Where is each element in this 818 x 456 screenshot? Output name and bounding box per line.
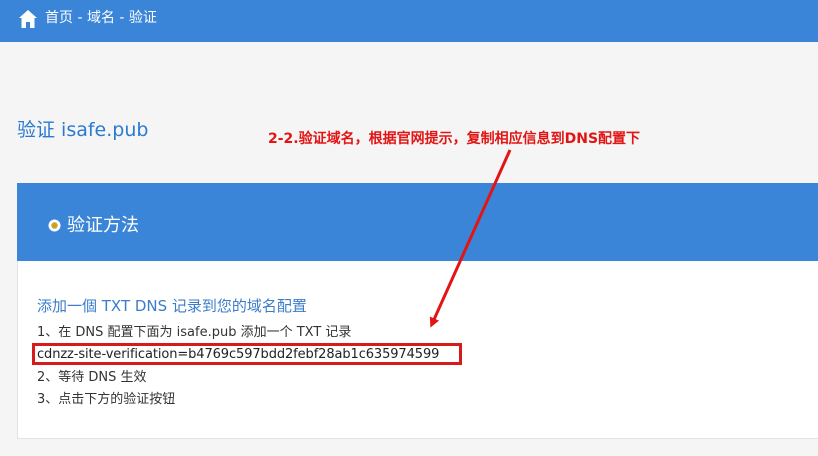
step-3-text: 3、点击下方的验证按钮 <box>37 392 176 407</box>
top-navigation-bar: 首页 - 域名 - 验证 <box>0 0 818 42</box>
txt-record-instruction-heading: 添加一個 TXT DNS 记录到您的域名配置 <box>37 297 307 315</box>
page-title: 验证 isafe.pub <box>17 119 149 141</box>
verification-method-title: 验证方法 <box>67 215 139 236</box>
txt-record-highlight-box <box>32 343 462 365</box>
radio-icon <box>48 217 61 232</box>
step-1-text: 1、在 DNS 配置下面为 isafe.pub 添加一个 TXT 记录 <box>37 325 352 340</box>
home-icon[interactable] <box>17 8 39 30</box>
annotation-text: 2-2.验证域名，根据官网提示，复制相应信息到DNS配置下 <box>268 131 641 147</box>
breadcrumb[interactable]: 首页 - 域名 - 验证 <box>45 9 157 27</box>
step-2-text: 2、等待 DNS 生效 <box>37 370 147 385</box>
